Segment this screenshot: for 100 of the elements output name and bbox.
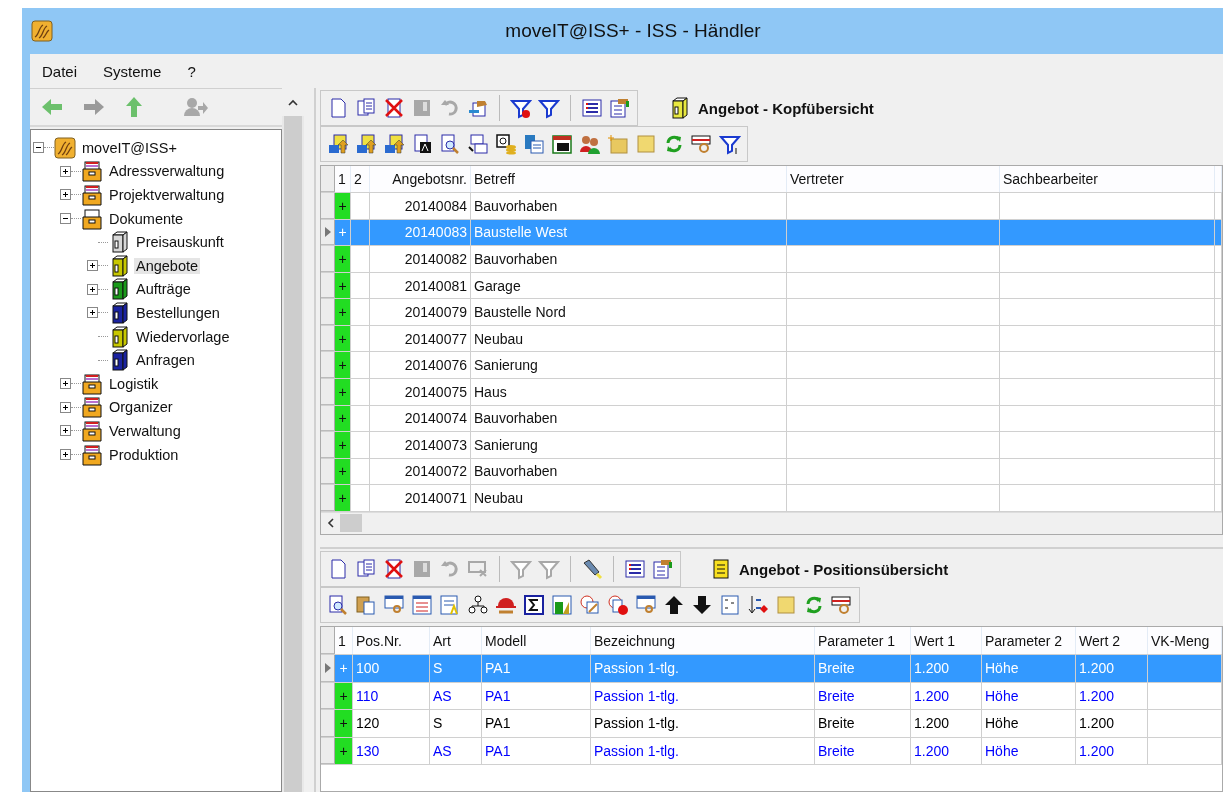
hierarchy-icon[interactable] <box>467 594 489 616</box>
filter-icon[interactable] <box>538 97 560 119</box>
chart-window-icon[interactable] <box>551 594 573 616</box>
scroll-thumb[interactable] <box>284 116 302 792</box>
table-filter-icon[interactable] <box>691 133 713 155</box>
tree-item[interactable]: Projektverwaltung <box>107 187 227 203</box>
column-header[interactable]: 2 <box>351 166 370 193</box>
filter-icon[interactable] <box>510 97 532 119</box>
expand-icon[interactable] <box>87 307 98 319</box>
status-marker: + <box>335 193 351 219</box>
row-selector[interactable] <box>321 655 335 682</box>
collapse-icon[interactable] <box>60 213 71 225</box>
expand-icon[interactable] <box>60 165 71 177</box>
window-search-icon[interactable] <box>383 594 405 616</box>
delete-icon[interactable] <box>383 97 405 119</box>
tree-item[interactable]: Dokumente <box>107 210 186 227</box>
forward-arrow-icon[interactable] <box>82 97 106 117</box>
filter-icon[interactable] <box>719 133 741 155</box>
window-search-icon[interactable] <box>635 594 657 616</box>
window-title: moveIT@ISS+ - ISS - Händler <box>504 20 762 42</box>
expand-icon[interactable] <box>87 260 98 272</box>
text-document-icon[interactable] <box>411 133 433 155</box>
tree-item[interactable]: Organizer <box>107 399 175 416</box>
status-marker: + <box>335 458 351 485</box>
window-text-icon[interactable] <box>439 594 461 616</box>
copy-icon[interactable] <box>355 97 377 119</box>
scroll-thumb[interactable] <box>340 514 362 533</box>
column-header[interactable]: VK-Meng <box>1148 627 1222 654</box>
column-header[interactable]: Wert 1 <box>911 627 982 654</box>
tree-item[interactable]: Produktion <box>107 446 181 463</box>
table-cell: Sanierung <box>471 352 787 378</box>
document-letters-icon[interactable] <box>467 133 489 155</box>
document-search-icon[interactable] <box>327 594 349 616</box>
vertical-scrollbar[interactable] <box>282 88 304 792</box>
list-icon[interactable] <box>581 97 603 119</box>
tree-item[interactable]: Adressverwaltung <box>107 163 227 180</box>
euro-coins-icon[interactable] <box>495 133 517 155</box>
tree-item[interactable]: Aufträge <box>134 281 193 298</box>
tree-item[interactable]: Verwaltung <box>107 422 183 439</box>
table-filter-icon[interactable] <box>831 594 853 616</box>
scroll-up-icon[interactable] <box>288 98 298 106</box>
tree-item[interactable]: Wiedervorlage <box>134 328 232 345</box>
scroll-left-icon[interactable] <box>327 518 334 529</box>
menu-item[interactable]: Datei <box>42 62 78 80</box>
panel-title: Angebot - Positionsübersicht <box>739 560 949 578</box>
tree-item[interactable]: Angebote <box>134 257 201 274</box>
expand-icon[interactable] <box>60 378 71 390</box>
document-edit-icon[interactable] <box>579 594 601 616</box>
status-marker: + <box>335 325 351 352</box>
drawer-icon <box>81 160 103 183</box>
flashlight-icon[interactable] <box>581 558 603 580</box>
drawer-icon <box>81 396 103 419</box>
column-header[interactable]: Art <box>430 627 482 654</box>
tree-item[interactable]: Preisauskunft <box>134 234 226 251</box>
column-header[interactable]: Sachbearbeiter <box>1000 166 1215 193</box>
people-icon[interactable] <box>579 133 601 155</box>
status-marker: + <box>335 219 351 246</box>
tree-item[interactable]: Anfragen <box>134 352 197 369</box>
status-marker: + <box>335 405 351 432</box>
horizontal-scrollbar[interactable] <box>321 511 1222 534</box>
export-icon[interactable] <box>355 133 377 155</box>
copy-icon[interactable] <box>355 558 377 580</box>
export-icon[interactable] <box>383 133 405 155</box>
calendar-icon[interactable] <box>551 133 573 155</box>
form-icon[interactable] <box>609 97 631 119</box>
expand-icon[interactable] <box>60 401 71 413</box>
expand-icon[interactable] <box>60 449 71 460</box>
numbered-list-icon[interactable] <box>719 594 741 616</box>
arrow-up-icon[interactable] <box>663 594 685 616</box>
export-icon[interactable] <box>327 133 349 155</box>
tree-item[interactable]: Bestellungen <box>134 304 222 321</box>
expand-icon[interactable] <box>60 425 71 437</box>
document-search-icon[interactable] <box>439 133 461 155</box>
tree-item[interactable]: Logistik <box>107 375 161 392</box>
expand-icon[interactable] <box>60 189 71 201</box>
list-icon[interactable] <box>624 558 646 580</box>
column-header[interactable]: Wert 2 <box>1076 627 1148 654</box>
column-header[interactable]: Vertreter <box>787 166 1000 193</box>
drawer-icon <box>81 419 103 442</box>
current-row-icon <box>324 662 331 673</box>
drawer-icon <box>81 184 103 206</box>
table-cell: AS <box>430 682 482 709</box>
status-marker: + <box>335 655 353 682</box>
document-stop-icon[interactable] <box>607 594 629 616</box>
window-list-icon[interactable] <box>411 594 433 616</box>
menu-item[interactable]: Systeme <box>103 62 162 80</box>
menu-item[interactable]: ? <box>187 62 196 80</box>
table-cell: 1.200 <box>911 655 982 682</box>
arrow-down-icon[interactable] <box>691 594 713 616</box>
collapse-icon[interactable] <box>33 142 44 154</box>
sum-icon[interactable] <box>523 594 545 616</box>
window-document-icon[interactable] <box>523 133 545 155</box>
delete-icon[interactable] <box>383 558 405 580</box>
expand-icon[interactable] <box>87 283 98 295</box>
tree-item[interactable]: moveIT@ISS+ <box>80 139 179 156</box>
status-marker: + <box>335 485 351 511</box>
form-icon[interactable] <box>652 558 674 580</box>
row-selector[interactable] <box>321 219 335 246</box>
clipboard-icon[interactable] <box>355 594 377 616</box>
sort-icon[interactable] <box>747 594 769 616</box>
